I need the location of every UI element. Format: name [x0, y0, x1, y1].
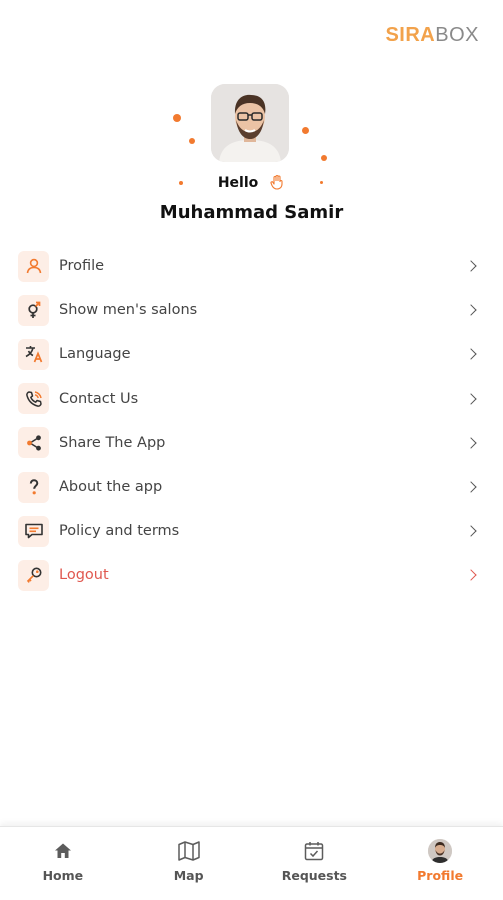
decor-dot — [302, 127, 309, 134]
share-icon — [18, 427, 49, 459]
translate-icon — [18, 338, 49, 370]
profile-menu: Profile Show men's salons Language Conta… — [18, 244, 485, 598]
profile-header: Hello Muhammad Samir — [0, 84, 503, 234]
calendar-check-icon — [303, 839, 325, 863]
menu-item-about-app[interactable]: About the app — [18, 465, 485, 509]
user-icon — [18, 250, 49, 282]
menu-item-language[interactable]: Language — [18, 332, 485, 376]
menu-item-label: Profile — [59, 258, 105, 275]
menu-item-mens-salons[interactable]: Show men's salons — [18, 288, 485, 332]
gender-icon — [18, 294, 49, 326]
chevron-right-icon — [465, 525, 477, 537]
phone-icon — [18, 383, 49, 415]
question-icon — [18, 471, 49, 503]
menu-item-logout[interactable]: Logout — [18, 553, 485, 597]
message-icon — [18, 515, 49, 547]
decor-dot — [321, 155, 327, 161]
nav-label: Map — [173, 868, 204, 883]
chevron-right-icon — [465, 260, 477, 272]
menu-item-label: Policy and terms — [59, 523, 180, 540]
menu-item-contact-us[interactable]: Contact Us — [18, 377, 485, 421]
chevron-right-icon — [465, 481, 477, 493]
key-icon — [18, 559, 49, 591]
nav-requests[interactable]: Requests — [252, 827, 378, 900]
greeting: Hello — [0, 174, 503, 194]
bottom-nav: Home Map Requests Profile — [0, 826, 503, 900]
menu-item-label: Logout — [59, 567, 109, 584]
nav-map[interactable]: Map — [126, 827, 252, 900]
menu-item-profile[interactable]: Profile — [18, 244, 485, 288]
home-icon — [53, 839, 73, 863]
chevron-right-icon — [465, 392, 477, 405]
avatar — [211, 84, 289, 162]
menu-item-label: Show men's salons — [59, 302, 198, 319]
decor-dot — [189, 138, 195, 144]
decor-dot — [173, 114, 181, 122]
menu-item-share-app[interactable]: Share The App — [18, 421, 485, 465]
menu-item-label: About the app — [59, 479, 163, 496]
nav-avatar — [428, 839, 453, 863]
menu-item-label: Contact Us — [59, 390, 139, 407]
nav-label: Requests — [281, 868, 348, 883]
nav-home[interactable]: Home — [0, 827, 126, 900]
chevron-right-icon — [465, 304, 477, 316]
nav-profile[interactable]: Profile — [377, 827, 503, 900]
nav-label: Home — [42, 868, 84, 883]
menu-item-label: Share The App — [59, 434, 166, 451]
map-icon — [177, 839, 201, 863]
nav-label: Profile — [417, 868, 464, 883]
chevron-right-icon — [465, 437, 477, 449]
menu-item-label: Language — [59, 346, 131, 363]
chevron-right-icon — [465, 569, 477, 582]
wave-hand-icon — [269, 174, 285, 194]
menu-item-policy-terms[interactable]: Policy and terms — [18, 509, 485, 553]
chevron-right-icon — [465, 348, 477, 361]
app-logo: SIRABOX — [385, 24, 479, 46]
user-name: Muhammad Samir — [159, 202, 344, 223]
